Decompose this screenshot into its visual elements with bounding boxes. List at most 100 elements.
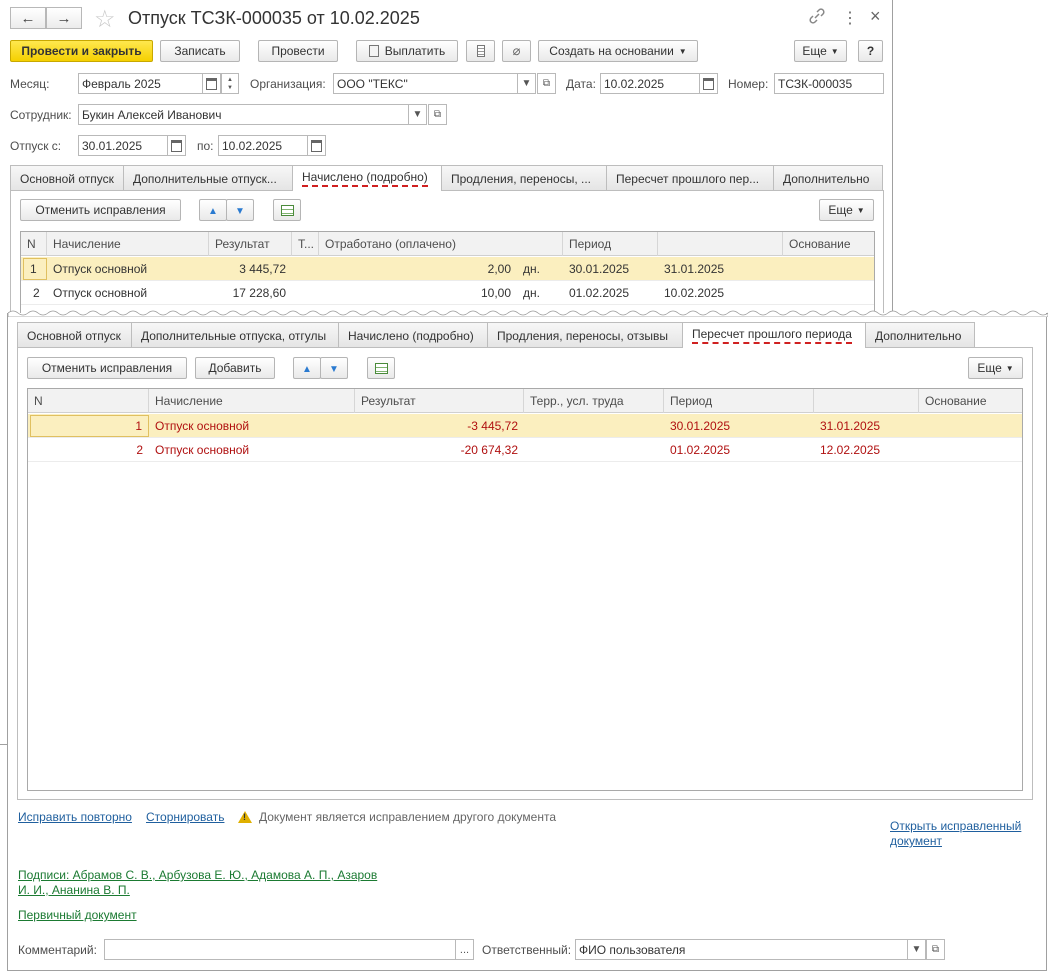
chevron-down-icon[interactable]: ▼ [227,84,233,92]
table-add-button[interactable] [273,199,301,221]
month-field[interactable]: Февраль 2025 [78,73,203,94]
col-accrual[interactable]: Начисление [149,389,355,413]
col-basis[interactable]: Основание [783,232,876,256]
grid-more-button[interactable]: Еще ▼ [819,199,874,221]
table-row[interactable]: 2 Отпуск основной -20 674,32 01.02.2025 … [28,438,1022,462]
grid-more-button[interactable]: Еще ▼ [968,357,1023,379]
responsible-open-icon[interactable]: ⧉ [926,939,945,960]
table-add-button[interactable] [367,357,395,379]
col-n[interactable]: N [21,232,47,256]
col-period-end[interactable] [814,389,919,413]
cell-period-from[interactable]: 30.01.2025 [664,414,814,438]
tab-recalculation[interactable]: Пересчет прошлого пер... [606,165,774,191]
col-basis[interactable]: Основание [919,389,1024,413]
responsible-dropdown-icon[interactable]: ▼ [907,939,926,960]
tab-accrued-detailed[interactable]: Начислено (подробно) [338,322,488,348]
col-worked[interactable]: Отработано (оплачено) [319,232,563,256]
create-based-on-button[interactable]: Создать на основании ▼ [538,40,698,62]
favorite-star-icon[interactable]: ☆ [94,5,116,34]
help-button[interactable]: ? [858,40,883,62]
tab-additional[interactable]: Дополнительно [865,322,975,348]
post-and-close-button[interactable]: Провести и закрыть [10,40,153,62]
tab-additional[interactable]: Дополнительно [773,165,883,191]
col-period[interactable]: Период [563,232,658,256]
move-up-button[interactable] [293,357,321,379]
table-row[interactable]: 1 Отпуск основной -3 445,72 30.01.2025 3… [28,414,1022,438]
col-accrual[interactable]: Начисление [47,232,209,256]
cell-accrual[interactable]: Отпуск основной [47,257,209,281]
signatures-link-line2[interactable]: И. И., Ананина В. П. [18,883,130,897]
tab-extensions[interactable]: Продления, переносы, ... [441,165,607,191]
cancel-fixes-button[interactable]: Отменить исправления [20,199,181,221]
tab-main-vacation[interactable]: Основной отпуск [17,322,132,348]
cell-period-to[interactable]: 10.02.2025 [658,281,783,305]
open-fixed-doc-link-line1[interactable]: Открыть исправленный [890,819,1021,833]
cell-result[interactable]: -3 445,72 [355,414,524,438]
cell-accrual[interactable]: Отпуск основной [149,414,355,438]
vacation-to-field[interactable]: 10.02.2025 [218,135,308,156]
number-field[interactable]: ТСЗК-000035 [774,73,884,94]
organization-dropdown-icon[interactable]: ▼ [517,73,536,94]
pay-button[interactable]: Выплатить [356,40,458,62]
forward-button[interactable]: → [46,7,82,29]
col-territory[interactable]: Терр., усл. труда [524,389,664,413]
link-icon[interactable] [808,7,826,25]
employee-open-icon[interactable]: ⧉ [428,104,447,125]
cell-period-to[interactable]: 12.02.2025 [814,438,919,462]
open-fixed-doc-link-line2[interactable]: документ [890,834,942,848]
cell-result[interactable]: 3 445,72 [209,257,292,281]
calendar-icon[interactable] [699,73,718,94]
cell-period-from[interactable]: 01.02.2025 [664,438,814,462]
cell-worked[interactable]: 2,00 [319,257,517,281]
primary-document-link[interactable]: Первичный документ [18,908,137,922]
employee-field[interactable]: Букин Алексей Иванович [78,104,409,125]
cell-unit[interactable]: дн. [517,281,563,305]
cell-n[interactable]: 1 [23,258,47,280]
reverse-link[interactable]: Сторнировать [146,810,224,824]
post-button[interactable]: Провести [258,40,338,62]
cell-n[interactable]: 1 [30,415,149,437]
cell-unit[interactable]: дн. [517,257,563,281]
close-icon[interactable]: × [870,6,881,27]
chevron-up-icon[interactable]: ▲ [227,76,233,84]
cell-n[interactable]: 2 [30,438,149,462]
organization-field[interactable]: ООО "ТЕКС" [333,73,518,94]
report-button[interactable] [466,40,495,62]
save-button[interactable]: Записать [160,40,240,62]
cell-result[interactable]: -20 674,32 [355,438,524,462]
col-period[interactable]: Период [664,389,814,413]
tab-additional-vacations[interactable]: Дополнительные отпуска, отгулы [131,322,339,348]
tab-main-vacation[interactable]: Основной отпуск [10,165,124,191]
cell-period-to[interactable]: 31.01.2025 [814,414,919,438]
move-up-button[interactable] [199,199,227,221]
cell-period-from[interactable]: 30.01.2025 [563,257,658,281]
attachment-button[interactable]: ⌀ [502,40,531,62]
employee-dropdown-icon[interactable]: ▼ [408,104,427,125]
cell-worked[interactable]: 10,00 [319,281,517,305]
vacation-from-field[interactable]: 30.01.2025 [78,135,168,156]
tab-accrued-detailed[interactable]: Начислено (подробно) [292,165,442,191]
calendar-icon[interactable] [167,135,186,156]
col-period-end[interactable] [658,232,783,256]
col-result[interactable]: Результат [209,232,292,256]
comment-expand-button[interactable]: ... [455,939,474,960]
tab-extensions[interactable]: Продления, переносы, отзывы [487,322,683,348]
cell-period-to[interactable]: 31.01.2025 [658,257,783,281]
table-row[interactable]: 2 Отпуск основной 17 228,60 10,00 дн. 01… [21,281,874,305]
month-stepper[interactable]: ▲ ▼ [221,73,239,94]
cell-n[interactable]: 2 [27,281,47,305]
move-down-button[interactable] [320,357,348,379]
cell-result[interactable]: 17 228,60 [209,281,292,305]
calendar-icon[interactable] [202,73,221,94]
responsible-field[interactable]: ФИО пользователя [575,939,908,960]
more-button[interactable]: Еще ▼ [794,40,847,62]
col-result[interactable]: Результат [355,389,524,413]
col-t[interactable]: Т... [292,232,319,256]
fix-again-link[interactable]: Исправить повторно [18,810,132,824]
cell-accrual[interactable]: Отпуск основной [47,281,209,305]
more-vertical-icon[interactable]: ⋮ [842,8,858,28]
cell-period-from[interactable]: 01.02.2025 [563,281,658,305]
cell-accrual[interactable]: Отпуск основной [149,438,355,462]
cancel-fixes-button[interactable]: Отменить исправления [27,357,187,379]
organization-open-icon[interactable]: ⧉ [537,73,556,94]
